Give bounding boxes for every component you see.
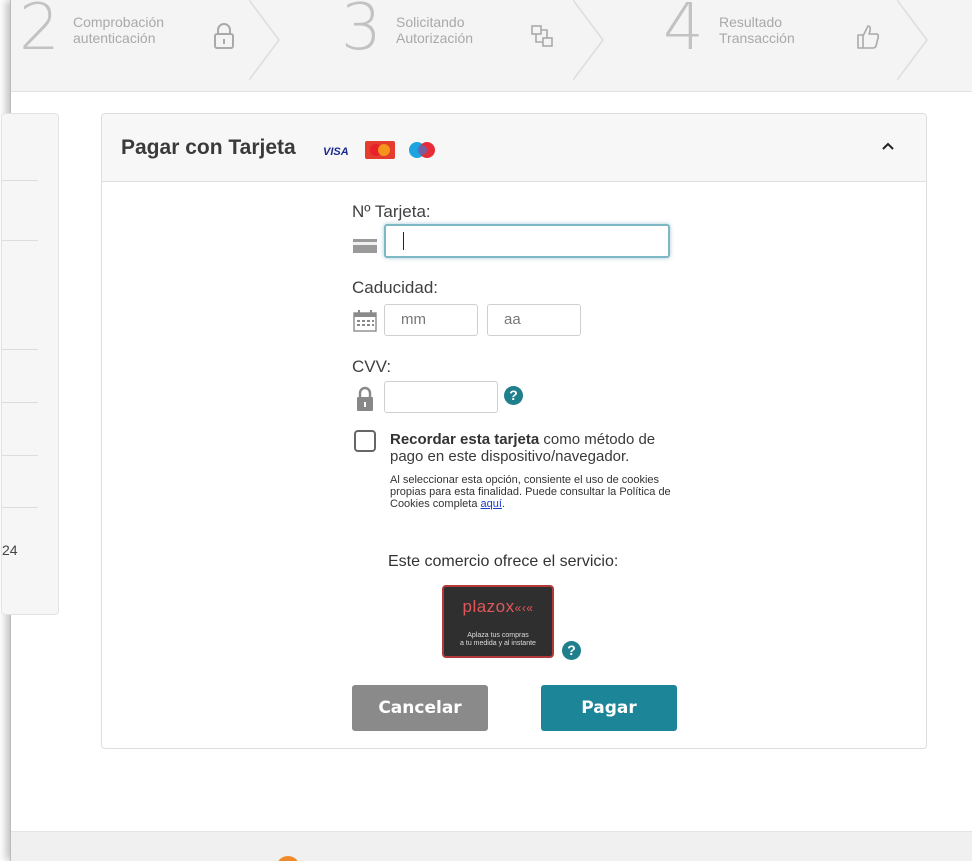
order-summary-panel: 24 xyxy=(1,113,59,615)
thumbs-up-icon xyxy=(857,25,880,49)
mastercard-logo xyxy=(365,141,395,159)
step-divider xyxy=(249,0,280,80)
app-window: 2 Comprobación autenticación 3 Solicitan… xyxy=(1,0,972,861)
expiry-year-input[interactable]: aa xyxy=(487,304,581,336)
cookie-policy-link[interactable]: aquí xyxy=(481,498,502,510)
cvv-label: CVV: xyxy=(352,357,392,376)
step-number: 2 xyxy=(19,0,60,65)
plazox-help-icon[interactable]: ? xyxy=(562,641,581,660)
step-label: Solicitando Autorización xyxy=(396,14,474,46)
step-number: 3 xyxy=(341,0,382,65)
expiry-month-input[interactable]: mm xyxy=(384,304,478,336)
lock-icon xyxy=(214,23,234,49)
network-icon xyxy=(531,25,553,47)
service-text: Este comercio ofrece el servicio: xyxy=(388,553,619,570)
remember-card-checkbox[interactable] xyxy=(354,430,376,452)
card-number-input[interactable] xyxy=(384,224,670,258)
summary-value: 24 xyxy=(2,542,18,558)
step-label: Comprobación autenticación xyxy=(73,14,165,46)
visa-logo: VISA xyxy=(323,146,349,157)
calendar-icon xyxy=(353,310,377,332)
lock-icon xyxy=(357,386,373,411)
cvv-input[interactable] xyxy=(384,381,498,413)
divider xyxy=(2,507,38,508)
divider xyxy=(2,402,38,403)
credit-card-icon xyxy=(353,239,377,253)
divider xyxy=(2,180,38,181)
remember-card-text: Recordar esta tarjeta como método de pag… xyxy=(390,431,656,465)
divider xyxy=(2,349,38,350)
progress-steps: 2 Comprobación autenticación 3 Solicitan… xyxy=(11,0,972,92)
step-number: 4 xyxy=(663,0,704,65)
panel-title: Pagar con Tarjeta xyxy=(121,136,296,159)
step-divider xyxy=(573,0,604,80)
maestro-logo xyxy=(409,142,435,158)
divider xyxy=(2,240,38,241)
expiry-label: Caducidad: xyxy=(352,278,439,297)
card-number-label: Nº Tarjeta: xyxy=(352,202,431,221)
cookie-notice: Al seleccionar esta opción, consiente el… xyxy=(390,474,671,510)
cvv-help-icon[interactable]: ? xyxy=(504,386,523,405)
cancel-button[interactable]: Cancelar xyxy=(352,685,488,731)
pay-button[interactable]: Pagar xyxy=(541,685,677,731)
text-cursor xyxy=(403,232,404,250)
plazox-logo[interactable]: plazox«‹« Aplaza tus compras a tu medida… xyxy=(442,585,554,658)
footer xyxy=(11,831,972,861)
svg-text:VISA: VISA xyxy=(323,146,349,157)
step-label: Resultado Transacción xyxy=(719,14,795,46)
pay-with-card-panel: Pagar con Tarjeta VISA Nº Tarjeta: Caduc… xyxy=(101,113,927,749)
chevron-up-icon[interactable] xyxy=(880,138,896,154)
footer-logo xyxy=(276,856,300,861)
divider xyxy=(2,455,38,456)
step-divider xyxy=(897,0,928,80)
panel-header[interactable]: Pagar con Tarjeta VISA xyxy=(102,114,926,182)
